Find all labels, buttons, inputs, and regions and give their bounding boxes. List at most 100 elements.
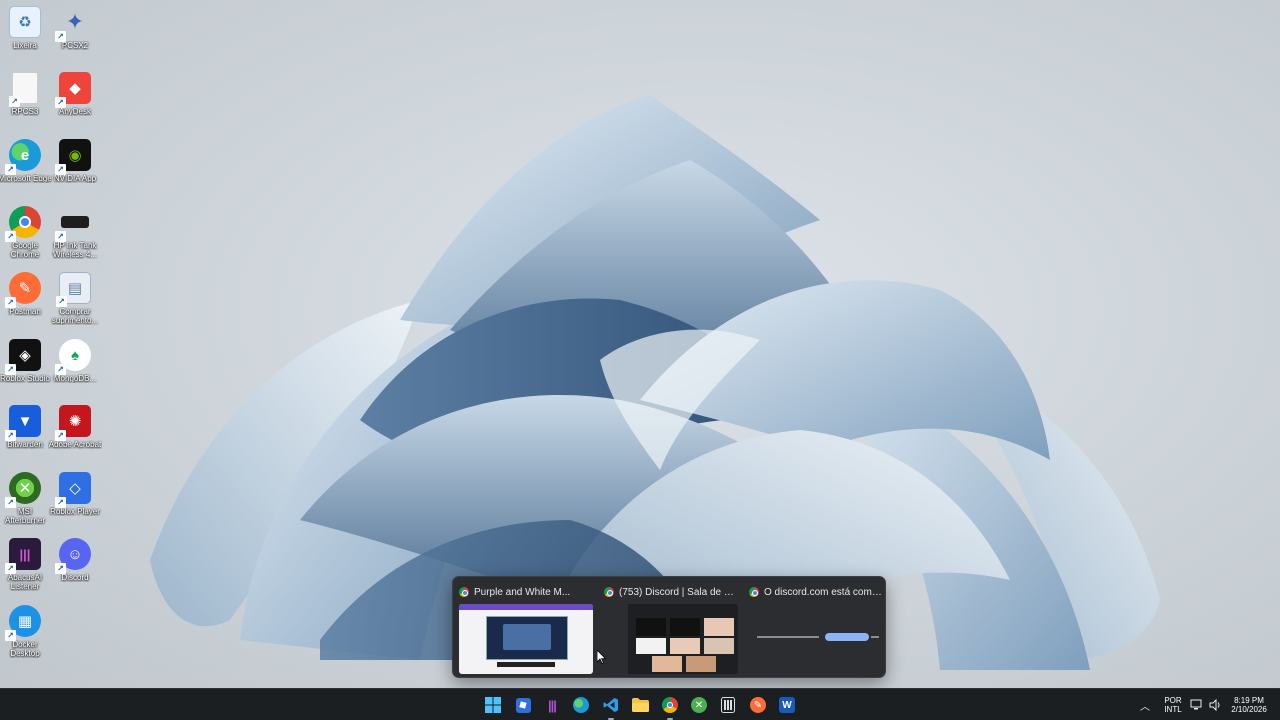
tray-status-icons[interactable]	[1190, 689, 1222, 720]
desktop-icon-label: Google Chrome	[10, 241, 40, 259]
desktop-icon-hp[interactable]: HP Ink Tank Wireless 4...	[50, 206, 100, 270]
docker-icon: ▦	[5, 605, 41, 641]
chrome-icon	[5, 206, 41, 242]
desktop-icon-discord[interactable]: ☺ Discord	[50, 538, 100, 602]
file-icon	[9, 72, 38, 107]
edge-icon: e	[5, 139, 41, 175]
windows-icon	[485, 697, 501, 713]
roblox-studio-icon: ◈	[5, 339, 41, 375]
desktop-icon-label: HP Ink Tank Wireless 4...	[52, 241, 97, 259]
taskbar-thumbnail-preview: Purple and White M... (753) Discord | Sa…	[452, 576, 886, 678]
desktop-icon-chrome[interactable]: Google Chrome	[0, 206, 50, 270]
desktop-icon-label: PCSX2	[61, 41, 89, 50]
bitwarden-icon: ▼	[5, 405, 41, 441]
calculator-icon	[721, 697, 735, 713]
desktop-icon-nvidia[interactable]: ◉ NVIDIA App	[50, 139, 100, 203]
chevron-up-icon: ︿	[1140, 701, 1150, 713]
chrome-icon	[749, 587, 759, 597]
start-button[interactable]	[482, 694, 504, 716]
desktop-icon-label: Roblox Player	[50, 507, 100, 516]
desktop-icon-postman[interactable]: ✎ Postman	[0, 272, 50, 336]
taskbar-app-calculator[interactable]	[717, 694, 739, 716]
chrome-icon	[662, 697, 678, 713]
language-code: POR	[1164, 696, 1182, 705]
desktop-icon-label: Bitwarden	[7, 440, 43, 449]
postman-icon: ✎	[5, 272, 41, 308]
xbox-icon: ✕	[691, 697, 707, 713]
discord-icon: ☺	[55, 538, 91, 574]
anydesk-icon: ◆	[55, 72, 91, 108]
word-icon: W	[779, 697, 795, 713]
acrobat-icon: ✺	[55, 405, 91, 441]
postman-icon: ✎	[750, 697, 766, 713]
clock[interactable]: 8:19 PM 2/10/2026	[1224, 689, 1274, 720]
printer-icon	[55, 206, 91, 242]
clock-date: 2/10/2026	[1231, 705, 1267, 714]
desktop-icon-lixeira[interactable]: ♻ Lixeira	[0, 6, 50, 70]
preview-window-header: O discord.com está compa...	[749, 585, 883, 599]
abacus-icon: |||	[548, 697, 557, 713]
taskbar-app-roblox[interactable]	[512, 694, 534, 716]
desktop-icon-label: RPCS3	[11, 107, 39, 116]
chrome-icon	[459, 587, 469, 597]
desktop-icon-label: NVIDIA App	[53, 174, 97, 183]
desktop-icon-pcsx2[interactable]: ✦ PCSX2	[50, 6, 100, 70]
preview-window-2[interactable]: (753) Discord | Sala de EstX	[598, 577, 742, 679]
mongodb-icon: ♠	[55, 339, 91, 375]
desktop-icon-label: Roblox Studio	[0, 374, 50, 383]
preview-window-3[interactable]: O discord.com está compa...	[743, 577, 887, 679]
preview-window-title: (753) Discord | Sala de EstX	[619, 586, 738, 598]
xbox-icon: ✕	[5, 472, 41, 508]
desktop-icon-label: Microsoft Edge	[0, 174, 52, 183]
desktop-icon-label: MongoDB...	[53, 374, 97, 383]
desktop-icon-label: AnyDesk	[58, 107, 91, 116]
mouse-cursor	[597, 650, 606, 664]
desktop-icon-msi[interactable]: ✕ MSI Afterburner	[0, 472, 50, 536]
preview-window-header: Purple and White M...	[459, 585, 593, 599]
desktop-icon-label: Lixeira	[13, 41, 37, 50]
clock-time: 8:19 PM	[1234, 696, 1264, 705]
keyboard-layout: INTL	[1164, 705, 1182, 714]
taskbar-app-vscode[interactable]	[600, 694, 622, 720]
preview-window-title: O discord.com está compa...	[764, 586, 883, 598]
taskbar-app-edge[interactable]	[570, 694, 592, 716]
preview-window-thumbnail	[459, 604, 593, 674]
desktop-icon-roblox-player[interactable]: ◇ Roblox Player	[50, 472, 100, 536]
roblox-icon: ◇	[55, 472, 91, 508]
desktop-icon-label: Postman	[9, 307, 41, 316]
taskbar: ||| ✕ ✎ W ︿ POR INTL 8:19 PM 2/10/2026	[0, 688, 1280, 720]
desktop-icon-grid: ♻ Lixeira ✦ PCSX2 RPCS3 ◆ AnyDesk e Micr…	[0, 0, 110, 670]
desktop-icon-roblox-studio[interactable]: ◈ Roblox Studio	[0, 339, 50, 403]
taskbar-app-postman[interactable]: ✎	[747, 694, 769, 716]
taskbar-app-explorer[interactable]	[629, 694, 651, 716]
preview-window-1[interactable]: Purple and White M...	[453, 577, 597, 679]
language-indicator[interactable]: POR INTL	[1162, 689, 1184, 720]
desktop-icon-abacus[interactable]: ||| AbacusAI Listener	[0, 538, 50, 602]
preview-window-title: Purple and White M...	[474, 586, 571, 598]
edge-icon	[573, 697, 589, 713]
taskbar-app-xbox[interactable]: ✕	[688, 694, 710, 716]
preview-window-header: (753) Discord | Sala de EstX	[604, 585, 738, 599]
tray-overflow-button[interactable]: ︿	[1140, 689, 1150, 720]
desktop-icon-label: Adobe Acrobat	[48, 440, 102, 449]
desktop-icon-mongodb[interactable]: ♠ MongoDB...	[50, 339, 100, 403]
speaker-icon	[1209, 699, 1220, 711]
desktop-icon-anydesk[interactable]: ◆ AnyDesk	[50, 72, 100, 136]
desktop-icon-edge[interactable]: e Microsoft Edge	[0, 139, 52, 203]
vscode-icon	[603, 698, 618, 712]
chrome-icon	[604, 587, 614, 597]
nvidia-icon: ◉	[55, 139, 91, 175]
preview-window-thumbnail	[749, 604, 883, 674]
desktop-icon-docker[interactable]: ▦ Docker Desktop	[0, 605, 50, 669]
desktop-icon-comprar[interactable]: ▤ Comprar suprimento...	[50, 272, 100, 336]
taskbar-app-chrome[interactable]	[659, 694, 681, 720]
desktop-icon-label: Docker Desktop	[10, 640, 40, 658]
preview-window-thumbnail	[604, 604, 738, 674]
desktop-icon-label: MSI Afterburner	[4, 507, 46, 525]
taskbar-app-word[interactable]: W	[776, 694, 798, 716]
desktop-icon-rpcs3[interactable]: RPCS3	[0, 72, 50, 136]
taskbar-app-abacus[interactable]: |||	[541, 694, 563, 716]
roblox-icon	[515, 697, 531, 713]
desktop-icon-acrobat[interactable]: ✺ Adobe Acrobat	[48, 405, 102, 469]
desktop-icon-bitwarden[interactable]: ▼ Bitwarden	[0, 405, 50, 469]
